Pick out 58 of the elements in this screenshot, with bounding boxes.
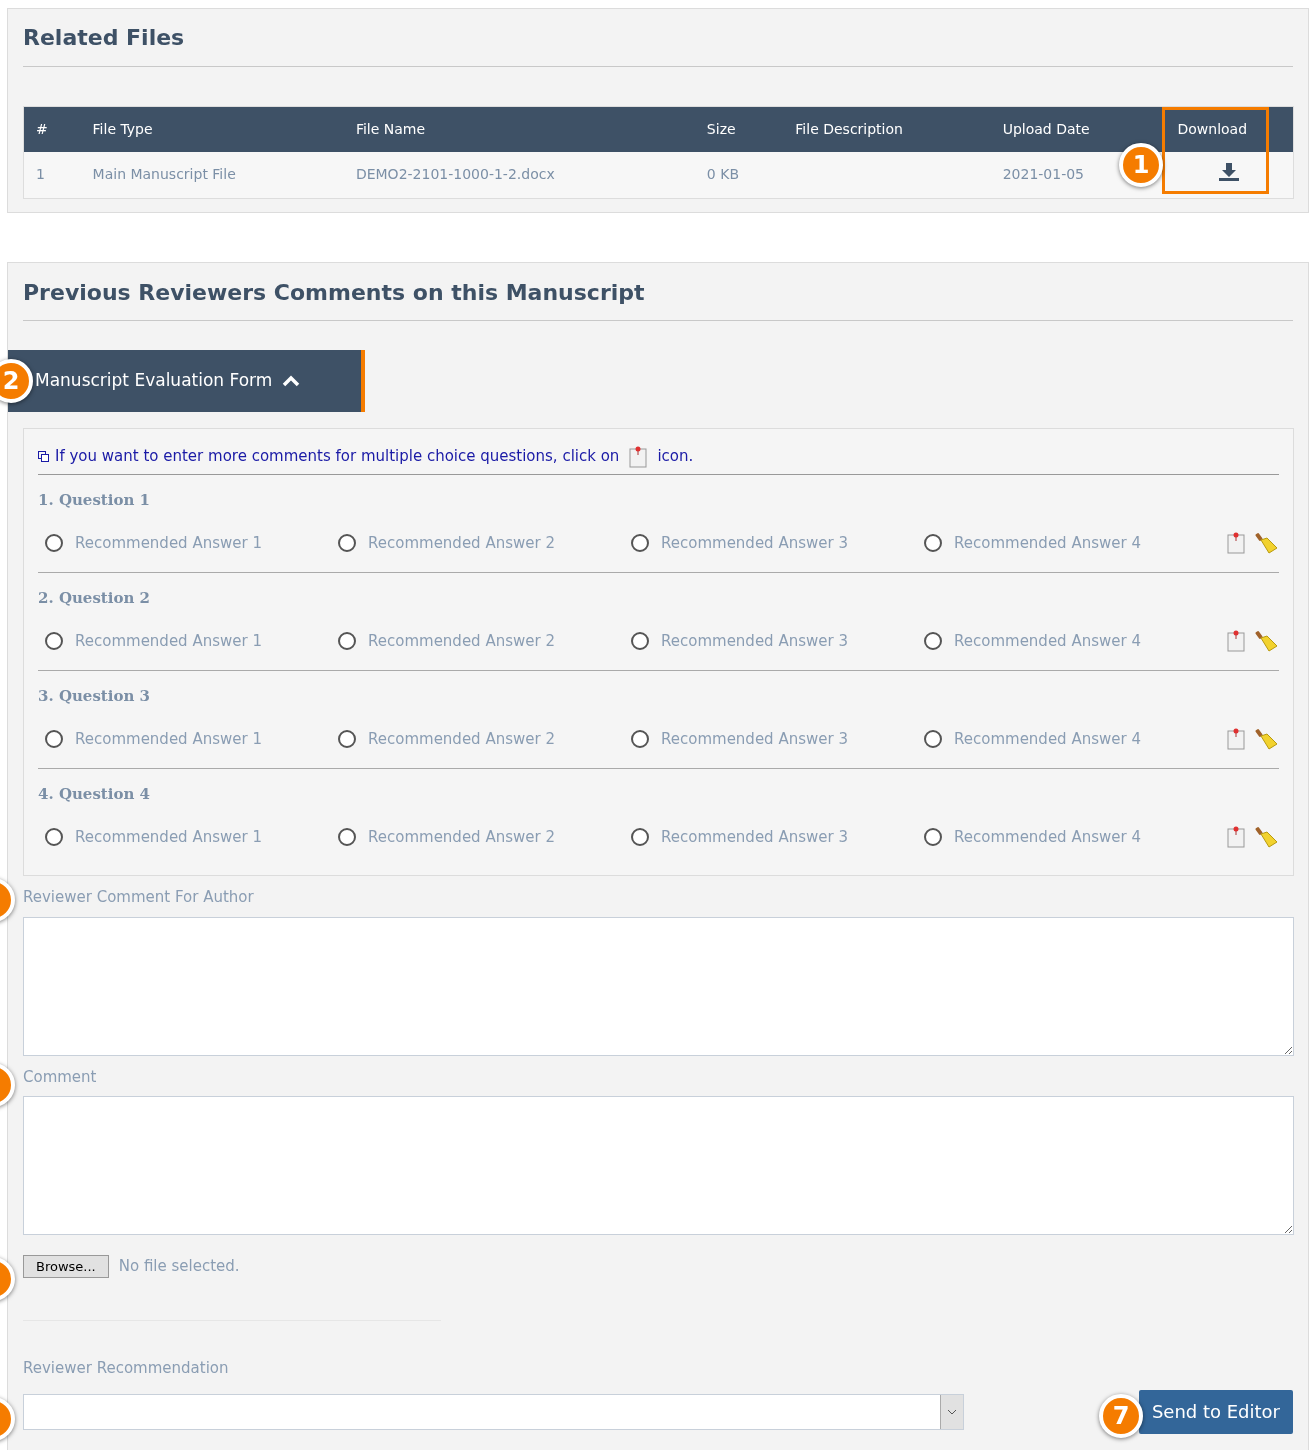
radio-option[interactable]: Recommended Answer 1 (45, 629, 338, 652)
note-icon[interactable] (1227, 629, 1245, 652)
radio-option[interactable]: Recommended Answer 4 (924, 727, 1217, 750)
chevron-icon (282, 375, 301, 387)
hint-text: If you want to enter more comments for multiple choice questions, click on (55, 446, 620, 468)
radio-option[interactable]: Recommended Answer 3 (631, 727, 924, 750)
comment-field[interactable] (23, 916, 1294, 1056)
table-cell: 0 KB (706, 166, 739, 183)
radio-option[interactable]: Recommended Answer 4 (924, 629, 1217, 652)
table-cell: 1 (36, 166, 45, 183)
column-header: Download (1177, 120, 1248, 137)
comment-field[interactable] (23, 1096, 1294, 1235)
field-label: Reviewer Recommendation (23, 1358, 230, 1379)
radio-option[interactable]: Recommended Answer 2 (338, 825, 631, 848)
browse-button[interactable]: Browse... (23, 1255, 109, 1278)
question-title: 3. Question 3 (38, 686, 152, 707)
send-button[interactable]: Send to Editor (1138, 1389, 1293, 1434)
table-cell: DEMO2-2101-1000-1-2.docx (355, 166, 555, 183)
column-header: File Description (795, 120, 903, 137)
copy-icon (38, 451, 49, 462)
note-icon[interactable] (1227, 531, 1245, 554)
file-status: No file selected. (118, 1256, 240, 1278)
hint-text: icon. (657, 446, 694, 468)
radio-option[interactable]: Recommended Answer 2 (338, 629, 631, 652)
broom-icon[interactable] (1255, 531, 1279, 554)
radio-option[interactable]: Recommended Answer 1 (45, 531, 338, 554)
section-title: Previous Reviewers Comments on this Manuscript (23, 263, 1293, 321)
column-header: # (36, 120, 48, 137)
broom-icon[interactable] (1255, 629, 1279, 652)
note-icon[interactable] (1227, 825, 1245, 848)
chevron-down-icon (947, 1408, 957, 1415)
table-cell: Main Manuscript File (92, 166, 236, 183)
radio-option[interactable]: Recommended Answer 2 (338, 531, 631, 554)
note-icon[interactable] (1227, 727, 1245, 750)
column-header: Upload Date (1002, 120, 1090, 137)
column-header: File Name (355, 120, 426, 137)
download-icon[interactable] (1218, 161, 1241, 182)
step-badge: 7 (1099, 1394, 1143, 1438)
radio-option[interactable]: Recommended Answer 3 (631, 531, 924, 554)
question-title: 2. Question 2 (38, 588, 152, 609)
radio-option[interactable]: Recommended Answer 3 (631, 825, 924, 848)
broom-icon[interactable] (1255, 727, 1279, 750)
radio-option[interactable]: Recommended Answer 4 (924, 825, 1217, 848)
column-header: File Type (92, 120, 153, 137)
radio-option[interactable]: Recommended Answer 2 (338, 727, 631, 750)
field-label: Comment (23, 1066, 98, 1088)
table-cell: 2021-01-05 (1002, 166, 1085, 183)
radio-option[interactable]: Recommended Answer 1 (45, 825, 338, 848)
question-title: 4. Question 4 (38, 784, 152, 805)
radio-option[interactable]: Recommended Answer 3 (631, 629, 924, 652)
radio-option[interactable]: Recommended Answer 4 (924, 531, 1217, 554)
column-header: Size (706, 120, 736, 137)
broom-icon[interactable] (1255, 825, 1279, 848)
question-title: 1. Question 1 (38, 490, 152, 511)
radio-option[interactable]: Recommended Answer 1 (45, 727, 338, 750)
note-icon (629, 445, 648, 468)
section-title: Related Files (23, 9, 1293, 67)
field-label: Reviewer Comment For Author (23, 887, 255, 908)
